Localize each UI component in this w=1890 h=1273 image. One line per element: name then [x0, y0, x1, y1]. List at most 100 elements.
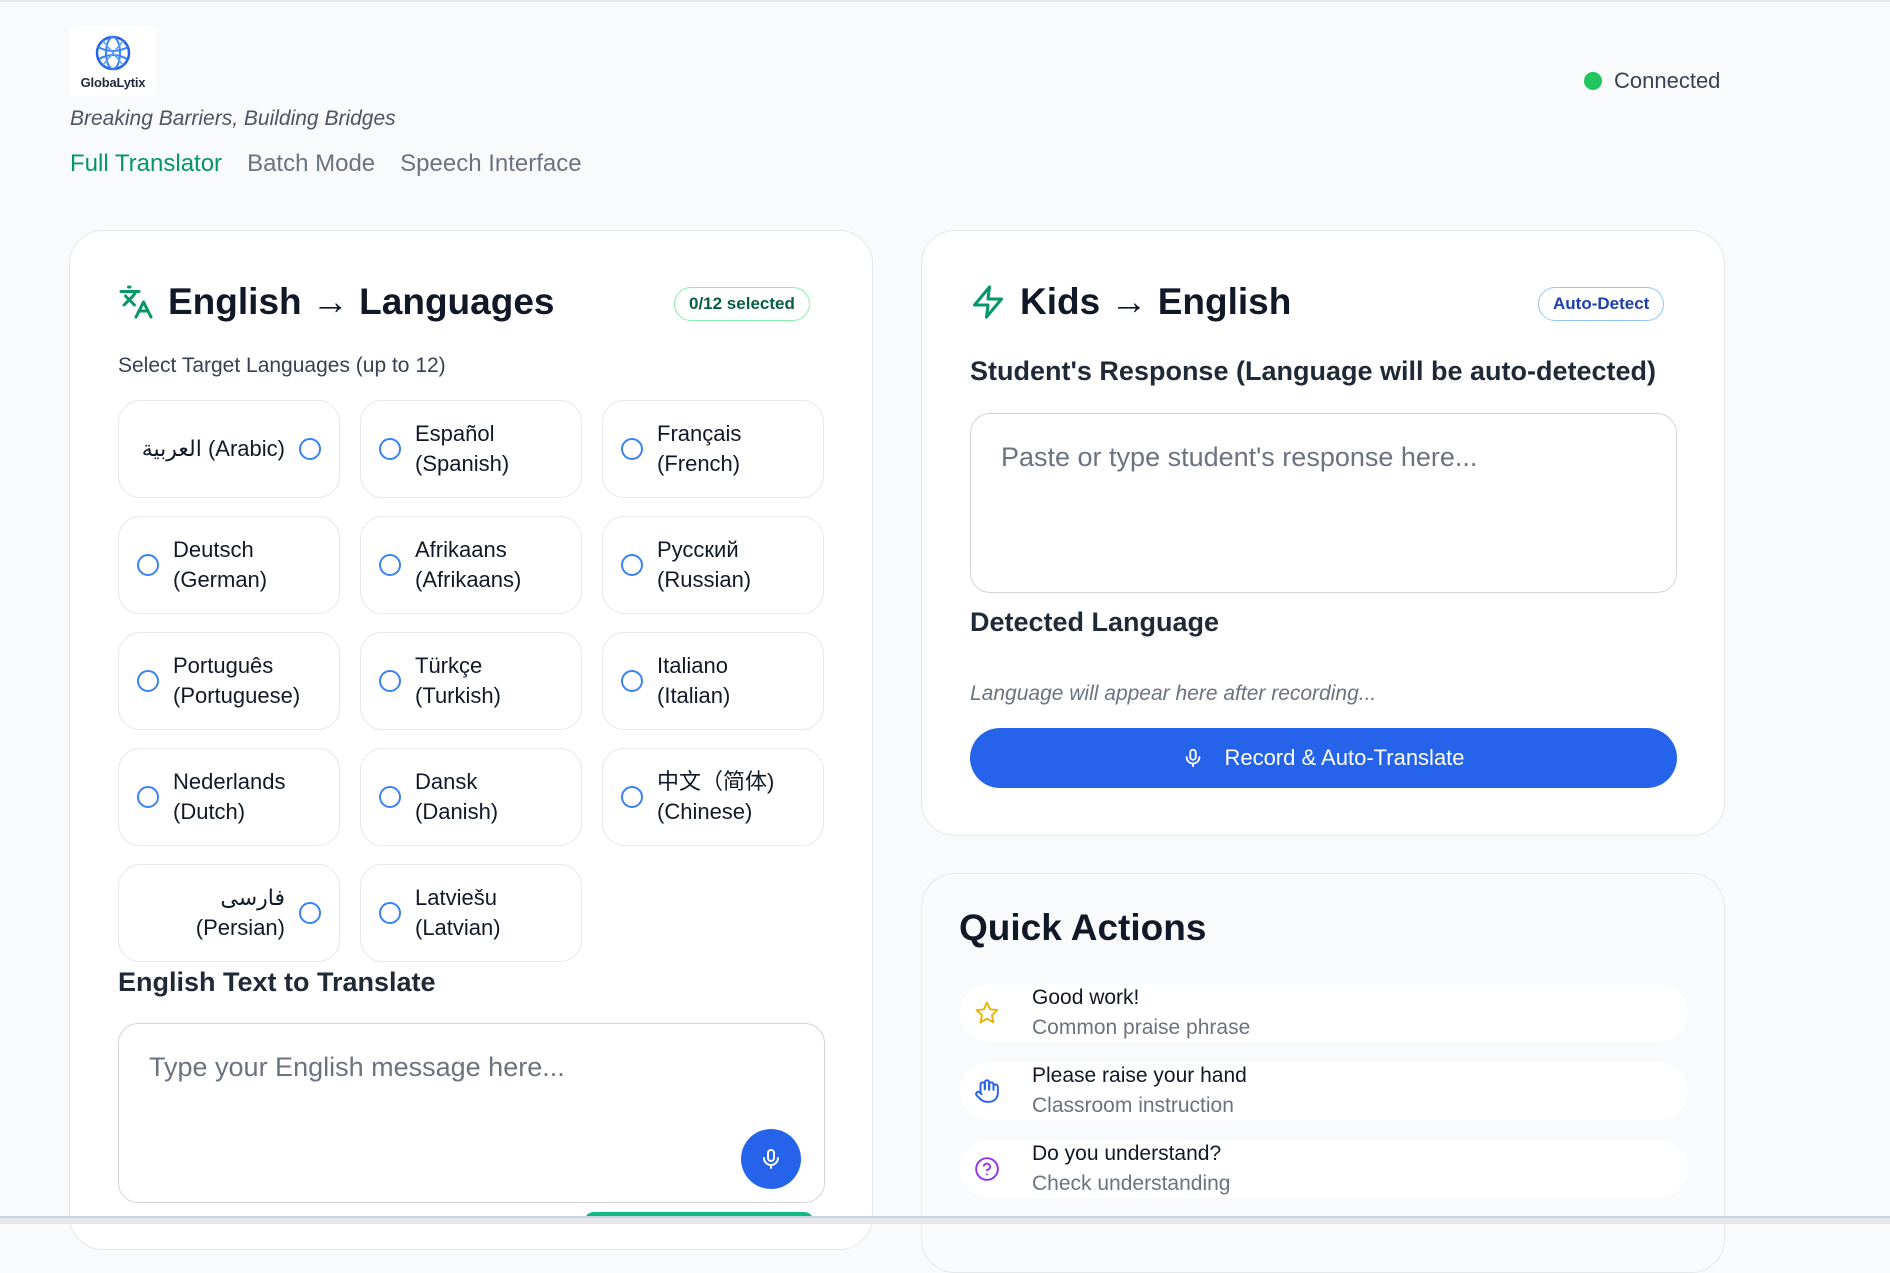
radio-button[interactable]: [379, 786, 401, 808]
radio-button[interactable]: [379, 670, 401, 692]
student-response-label: Student's Response (Language will be aut…: [970, 356, 1656, 386]
lang-native: Deutsch: [173, 537, 254, 562]
lang-english: (Dutch): [173, 799, 246, 824]
radio-button[interactable]: [137, 670, 159, 692]
quick-action-subtitle: Common praise phrase: [1032, 1016, 1251, 1039]
lang-english: (French): [657, 451, 741, 476]
lang-option-turkish[interactable]: Türkçe (Turkish): [360, 632, 582, 730]
kids-title-row: Kids → English: [970, 281, 1291, 323]
translate-icon: [119, 285, 153, 319]
radio-button[interactable]: [379, 554, 401, 576]
lang-native: Italiano: [657, 653, 728, 678]
record-button-label: Record & Auto-Translate: [1224, 745, 1465, 770]
lang-native: Nederlands: [173, 769, 286, 794]
radio-button[interactable]: [137, 554, 159, 576]
lang-english: (Italian): [657, 683, 731, 708]
english-text-placeholder: Type your English message here...: [149, 1052, 565, 1082]
detected-language-label: Detected Language: [970, 607, 1220, 637]
student-response-input[interactable]: Paste or type student's response here...: [970, 413, 1677, 593]
lang-option-persian[interactable]: فارسی (Persian): [118, 864, 340, 962]
lightning-icon: [973, 285, 1003, 319]
lang-native: Dansk: [415, 769, 478, 794]
quick-action-subtitle: Check understanding: [1032, 1172, 1231, 1195]
english-text-input[interactable]: Type your English message here...: [118, 1023, 825, 1203]
microphone-icon: [1186, 748, 1201, 768]
radio-button[interactable]: [299, 902, 321, 924]
student-response-placeholder: Paste or type student's response here...: [1001, 442, 1478, 472]
translator-card: English → Languages 0/12 selected Select…: [69, 230, 873, 1250]
lang-option-chinese[interactable]: 中文（简体) (Chinese): [602, 748, 824, 846]
radio-button[interactable]: [299, 438, 321, 460]
lang-english: (Latvian): [415, 915, 501, 940]
quick-action-good-work[interactable]: Good work! Common praise phrase: [960, 984, 1688, 1042]
english-text-label: English Text to Translate: [118, 967, 436, 997]
radio-button[interactable]: [379, 438, 401, 460]
quick-actions-list: Good work! Common praise phrase Please r…: [960, 984, 1688, 1198]
quick-actions-title: Quick Actions: [959, 907, 1207, 948]
lang-english: (Afrikaans): [415, 567, 522, 592]
lang-native: Español: [415, 421, 495, 446]
translator-title-row: English → Languages: [118, 281, 555, 323]
lang-native: Русский: [657, 537, 739, 562]
tab-full-translator[interactable]: Full Translator: [70, 150, 222, 178]
lang-english: (Turkish): [415, 683, 501, 708]
lang-native: Afrikaans: [415, 537, 507, 562]
microphone-icon: [763, 1149, 779, 1169]
lang-option-russian[interactable]: Русский (Russian): [602, 516, 824, 614]
lang-option-latvian[interactable]: Latviešu (Latvian): [360, 864, 582, 962]
tab-speech-interface[interactable]: Speech Interface: [400, 150, 581, 178]
status-dot: [1584, 72, 1602, 90]
bottom-scrollbar-edge: [0, 1216, 1890, 1224]
lang-english: (Chinese): [657, 799, 753, 824]
lang-option-danish[interactable]: Dansk (Danish): [360, 748, 582, 846]
lang-option-spanish[interactable]: Español (Spanish): [360, 400, 582, 498]
lang-english: (Russian): [657, 567, 752, 592]
lang-native: 中文（简体): [657, 769, 775, 794]
quick-action-raise-hand[interactable]: Please raise your hand Classroom instruc…: [960, 1062, 1688, 1120]
connection-status: Connected: [1584, 68, 1720, 94]
radio-button[interactable]: [621, 670, 643, 692]
lang-option-italian[interactable]: Italiano (Italian): [602, 632, 824, 730]
top-border: [0, 0, 1890, 2]
lang-option-afrikaans[interactable]: Afrikaans (Afrikaans): [360, 516, 582, 614]
lang-option-french[interactable]: Français (French): [602, 400, 824, 498]
detected-language-hint: Language will appear here after recordin…: [970, 682, 1377, 705]
lang-native: فارسی: [220, 885, 285, 910]
radio-button[interactable]: [621, 554, 643, 576]
lang-english: (German): [173, 567, 268, 592]
question-icon: [975, 1157, 999, 1181]
quick-action-understand[interactable]: Do you understand? Check understanding: [960, 1140, 1688, 1198]
radio-button[interactable]: [621, 438, 643, 460]
auto-detect-badge: Auto-Detect: [1538, 287, 1665, 321]
selected-count-badge: 0/12 selected: [674, 287, 810, 321]
hand-icon: [975, 1079, 999, 1103]
lang-option-german[interactable]: Deutsch (German): [118, 516, 340, 614]
radio-button[interactable]: [137, 786, 159, 808]
lang-option-arabic[interactable]: العربية (Arabic): [118, 400, 340, 498]
language-grid: العربية (Arabic) Español (Spanish) França…: [118, 400, 824, 962]
lang-english: (Arabic): [207, 436, 285, 461]
lang-english: (Persian): [195, 915, 285, 940]
lang-english: (Danish): [415, 799, 499, 824]
lang-native: Português: [173, 653, 274, 678]
star-icon: [975, 1001, 999, 1024]
dictate-button[interactable]: [741, 1129, 801, 1189]
quick-action-subtitle: Classroom instruction: [1032, 1094, 1234, 1117]
kids-title: Kids → English: [1020, 281, 1292, 322]
lang-option-portuguese[interactable]: Português (Portuguese): [118, 632, 340, 730]
tab-batch-mode[interactable]: Batch Mode: [247, 150, 375, 178]
brand-tagline: Breaking Barriers, Building Bridges: [70, 107, 396, 130]
lang-option-dutch[interactable]: Nederlands (Dutch): [118, 748, 340, 846]
record-auto-translate-button[interactable]: Record & Auto-Translate: [970, 728, 1677, 788]
status-label: Connected: [1614, 68, 1721, 93]
quick-action-title: Please raise your hand: [1032, 1064, 1247, 1087]
quick-action-title: Do you understand?: [1032, 1142, 1222, 1165]
languages-label: Select Target Languages (up to 12): [118, 354, 446, 377]
radio-button[interactable]: [621, 786, 643, 808]
lang-english: (Spanish): [415, 451, 510, 476]
brand-logo[interactable]: GlobaLytix: [70, 26, 156, 96]
quick-actions-card: Quick Actions Good work! Common praise p…: [921, 873, 1725, 1273]
main-nav: Full Translator Batch Mode Speech Interf…: [70, 150, 582, 178]
radio-button[interactable]: [379, 902, 401, 924]
kids-card: Kids → English Auto-Detect Student's Res…: [921, 230, 1725, 836]
